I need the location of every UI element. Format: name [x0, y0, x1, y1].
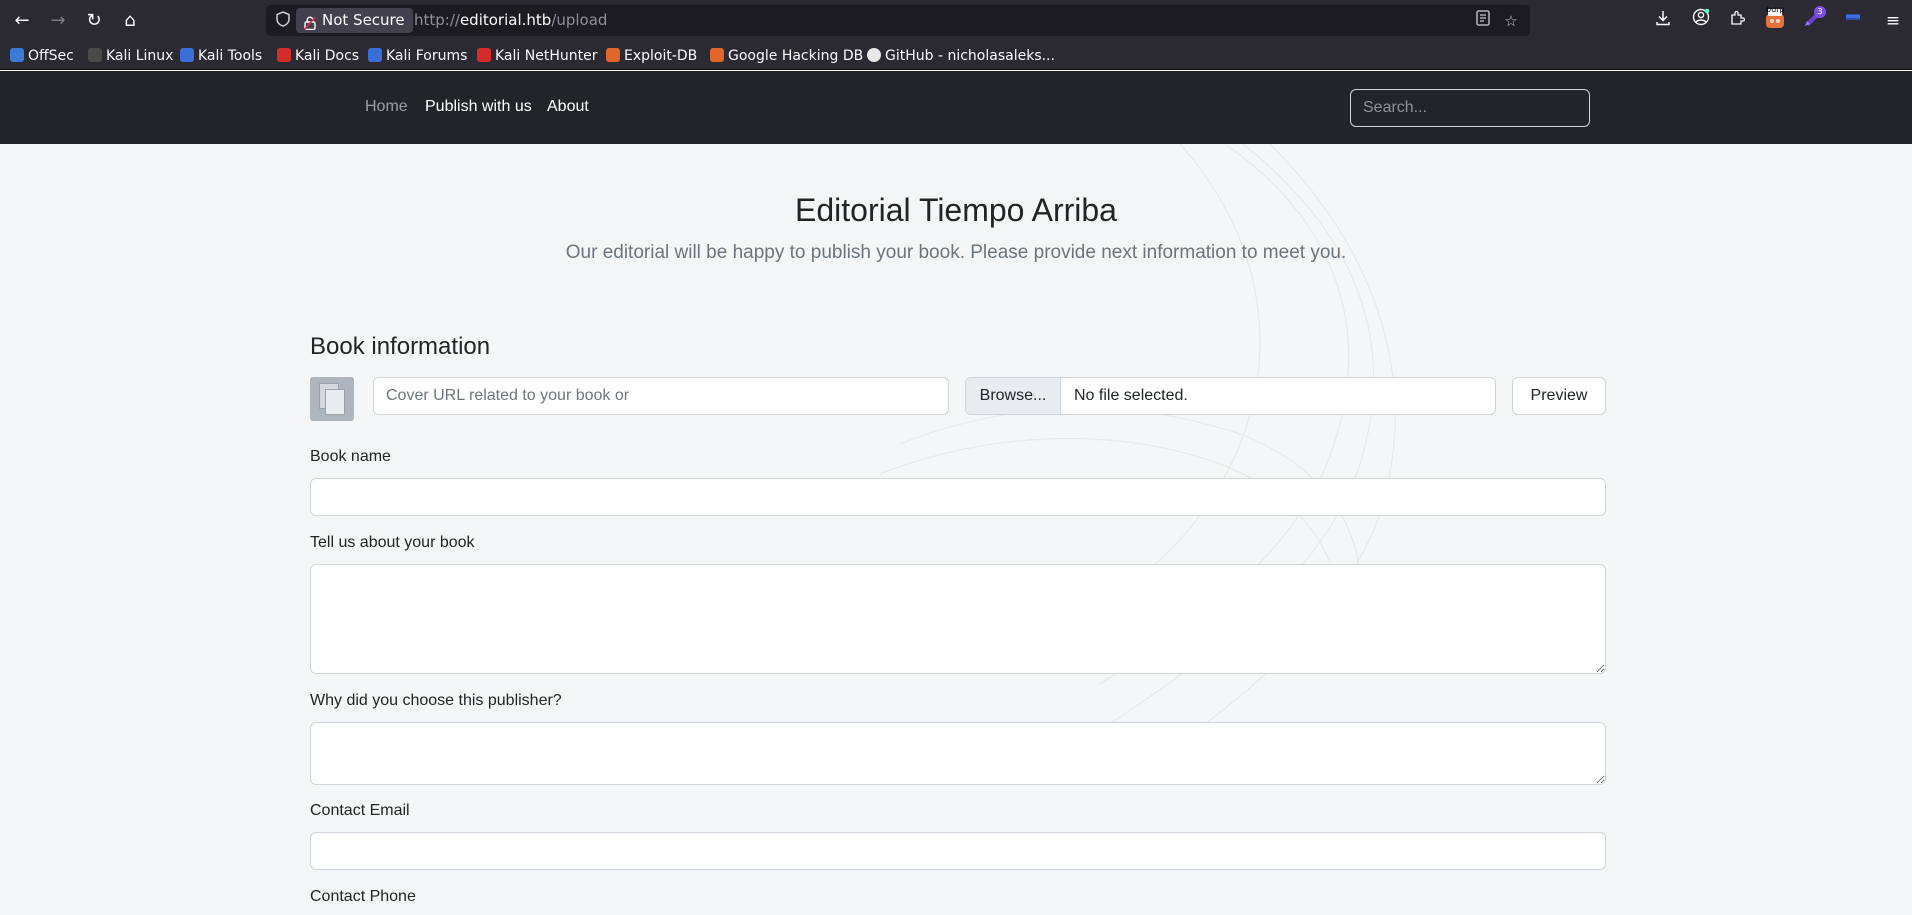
exploit-db-icon [606, 48, 620, 62]
page-subtitle: Our editorial will be happy to publish y… [565, 242, 1347, 263]
kali-docs-icon [277, 48, 291, 62]
search-input[interactable] [1350, 89, 1590, 127]
bookmark-label: Google Hacking DB [728, 48, 864, 64]
nav-publish[interactable]: Publish with us [425, 97, 532, 117]
burp-extension-icon[interactable]: burp [1762, 5, 1788, 34]
url-host: editorial.htb [459, 11, 552, 29]
cover-file-input[interactable]: Browse... No file selected. [965, 377, 1496, 415]
home-icon[interactable]: ⌂ [116, 7, 144, 35]
ext-purple-icon[interactable]: 3 [1800, 6, 1826, 34]
bookmark-offsec[interactable]: OffSec [10, 46, 74, 66]
bookmark-label: OffSec [28, 48, 74, 64]
nav-about[interactable]: About [547, 97, 589, 117]
offsec-icon [10, 48, 24, 62]
contact-email-input[interactable] [310, 832, 1606, 870]
insecure-lock-icon [303, 13, 317, 31]
kali-forums-icon [368, 48, 382, 62]
browser-toolbar: ← → ↻ ⌂ Not Secure http://editorial.htb/… [0, 0, 1912, 42]
bookmark-label: Kali NetHunter [495, 48, 598, 64]
url-bar[interactable]: Not Secure http://editorial.htb/upload ☆ [266, 5, 1530, 36]
bookmark-label: Kali Forums [386, 48, 468, 64]
url-path: /upload [551, 11, 608, 29]
not-secure-badge[interactable]: Not Secure [296, 8, 413, 33]
bookmark-label: Kali Docs [295, 48, 360, 64]
why-publisher-label: Why did you choose this publisher? [310, 692, 562, 709]
bookmark-kali-tools[interactable]: Kali Tools [180, 46, 262, 66]
back-icon[interactable]: ← [8, 7, 36, 35]
not-secure-label: Not Secure [322, 11, 405, 29]
file-status: No file selected. [1074, 387, 1188, 404]
about-book-textarea[interactable] [310, 564, 1606, 674]
forward-icon[interactable]: → [44, 7, 72, 35]
burp-badge: burp [1766, 5, 1785, 14]
github-icon [867, 48, 881, 62]
bookmark-label: Kali Tools [198, 48, 263, 64]
bookmark-kali-linux[interactable]: Kali Linux [88, 46, 173, 66]
why-publisher-textarea[interactable] [310, 722, 1606, 785]
bookmark-exploit-db[interactable]: Exploit-DB [606, 46, 697, 66]
bookmark-kali-nethunter[interactable]: Kali NetHunter [477, 46, 597, 66]
bookmark-star-icon[interactable]: ☆ [1500, 10, 1522, 32]
book-name-label: Book name [310, 448, 391, 465]
ghdb-icon [710, 48, 724, 62]
menu-icon[interactable]: ≡ [1880, 8, 1906, 34]
section-title: Book information [310, 333, 491, 360]
page-title: Editorial Tiempo Arriba [795, 192, 1117, 228]
book-name-input[interactable] [310, 478, 1606, 516]
bookmark-kali-forums[interactable]: Kali Forums [368, 46, 467, 66]
contact-email-label: Contact Email [310, 802, 410, 819]
bookmark-label: Kali Linux [106, 48, 174, 64]
bookmark-google-hacking-db[interactable]: Google Hacking DB [710, 46, 863, 66]
ext-blue-icon[interactable] [1840, 8, 1866, 34]
kali-nethunter-icon [477, 48, 491, 62]
kali-dragon-icon [88, 48, 102, 62]
about-book-label: Tell us about your book [310, 534, 475, 551]
account-icon[interactable] [1688, 8, 1714, 34]
browse-button[interactable]: Browse... [966, 378, 1061, 414]
bookmark-label: GitHub - nicholasaleks... [885, 48, 1055, 64]
ext-count-badge: 3 [1814, 6, 1826, 18]
kali-tools-icon [180, 48, 194, 62]
page-body: Editorial Tiempo Arriba Our editorial wi… [0, 144, 1912, 915]
site-navbar: Home Publish with us About [0, 71, 1912, 144]
reader-view-icon[interactable] [1472, 10, 1494, 32]
contact-phone-label: Contact Phone [310, 888, 416, 905]
bookmark-github[interactable]: GitHub - nicholasaleks... [867, 46, 1055, 66]
shield-icon[interactable] [274, 11, 292, 29]
bookmark-label: Exploit-DB [624, 48, 698, 64]
extensions-icon[interactable] [1724, 8, 1750, 34]
url-text[interactable]: http://editorial.htb/upload [414, 5, 607, 36]
url-scheme: http:// [414, 11, 460, 29]
preview-button[interactable]: Preview [1512, 377, 1606, 415]
downloads-icon[interactable] [1650, 8, 1676, 34]
bookmark-kali-docs[interactable]: Kali Docs [277, 46, 359, 66]
cover-placeholder-icon [310, 377, 354, 421]
cover-url-input[interactable] [373, 377, 949, 415]
nav-home[interactable]: Home [365, 97, 408, 117]
bookmarks-bar: OffSec Kali Linux Kali Tools Kali Docs K… [0, 42, 1912, 70]
reload-icon[interactable]: ↻ [80, 7, 108, 35]
